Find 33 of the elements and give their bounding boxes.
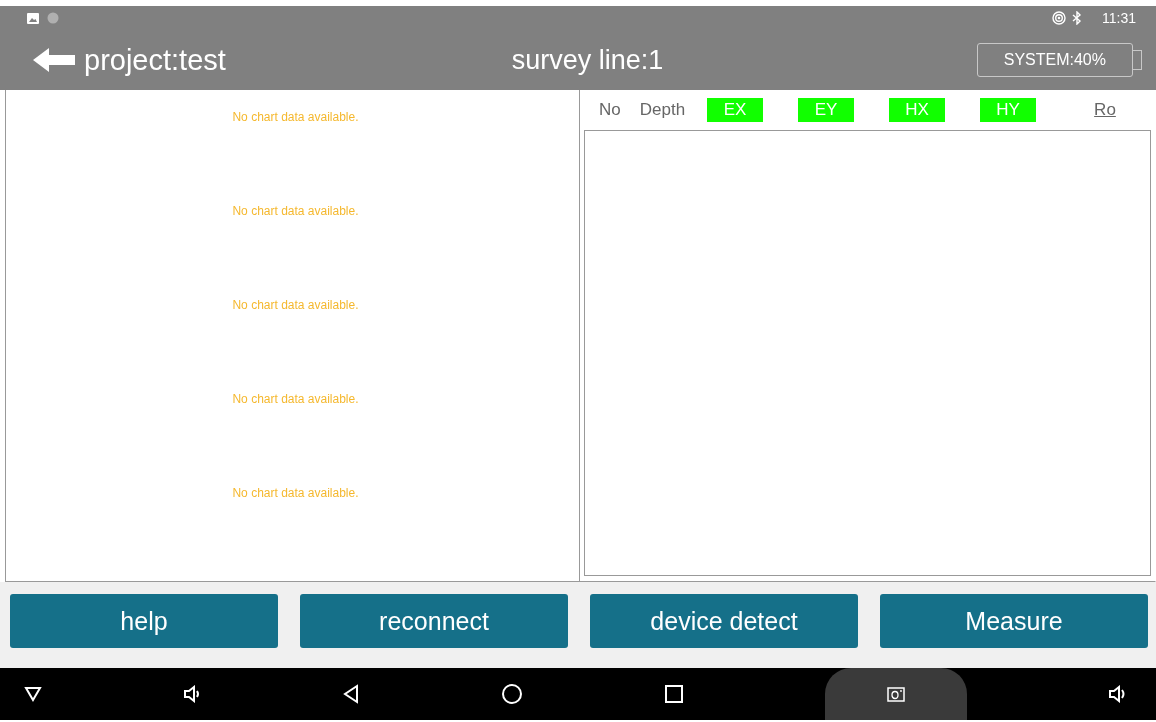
column-header: No	[599, 100, 621, 120]
home-icon[interactable]	[501, 683, 523, 705]
no-data-message: No chart data available.	[232, 110, 359, 126]
camera-icon	[886, 685, 906, 703]
column-header: EX	[707, 98, 764, 122]
action-button[interactable]: help	[10, 594, 278, 648]
back-arrow-icon[interactable]	[33, 48, 75, 72]
hide-bar-icon[interactable]	[24, 686, 42, 702]
column-header: Depth	[639, 100, 686, 120]
image-icon	[27, 12, 39, 24]
action-button[interactable]: reconnect	[300, 594, 568, 648]
no-data-message: No chart data available.	[232, 392, 359, 408]
no-data-message: No chart data available.	[232, 204, 359, 220]
action-button[interactable]: device detect	[590, 594, 858, 648]
survey-line-title: survey line:1	[511, 44, 664, 76]
battery-tip	[1133, 50, 1142, 70]
screenshot-button[interactable]	[825, 668, 967, 720]
column-header: Ro	[1094, 100, 1116, 120]
hotspot-icon	[1052, 11, 1066, 25]
recents-icon[interactable]	[664, 684, 684, 704]
back-icon[interactable]	[342, 684, 360, 704]
no-data-message: No chart data available.	[232, 486, 359, 502]
clock-time: 11:31	[1102, 10, 1136, 26]
action-button[interactable]: Measure	[880, 594, 1148, 648]
battery-indicator: SYSTEM:40%	[976, 43, 1133, 77]
column-header: HY	[980, 98, 1037, 122]
bluetooth-icon	[1072, 11, 1082, 25]
no-data-message: No chart data available.	[232, 298, 359, 314]
column-header: EY	[798, 98, 855, 122]
volume-down-icon[interactable]	[183, 685, 201, 703]
dot-icon	[47, 12, 59, 24]
column-header: HX	[889, 98, 946, 122]
project-title: project:test	[84, 43, 226, 77]
